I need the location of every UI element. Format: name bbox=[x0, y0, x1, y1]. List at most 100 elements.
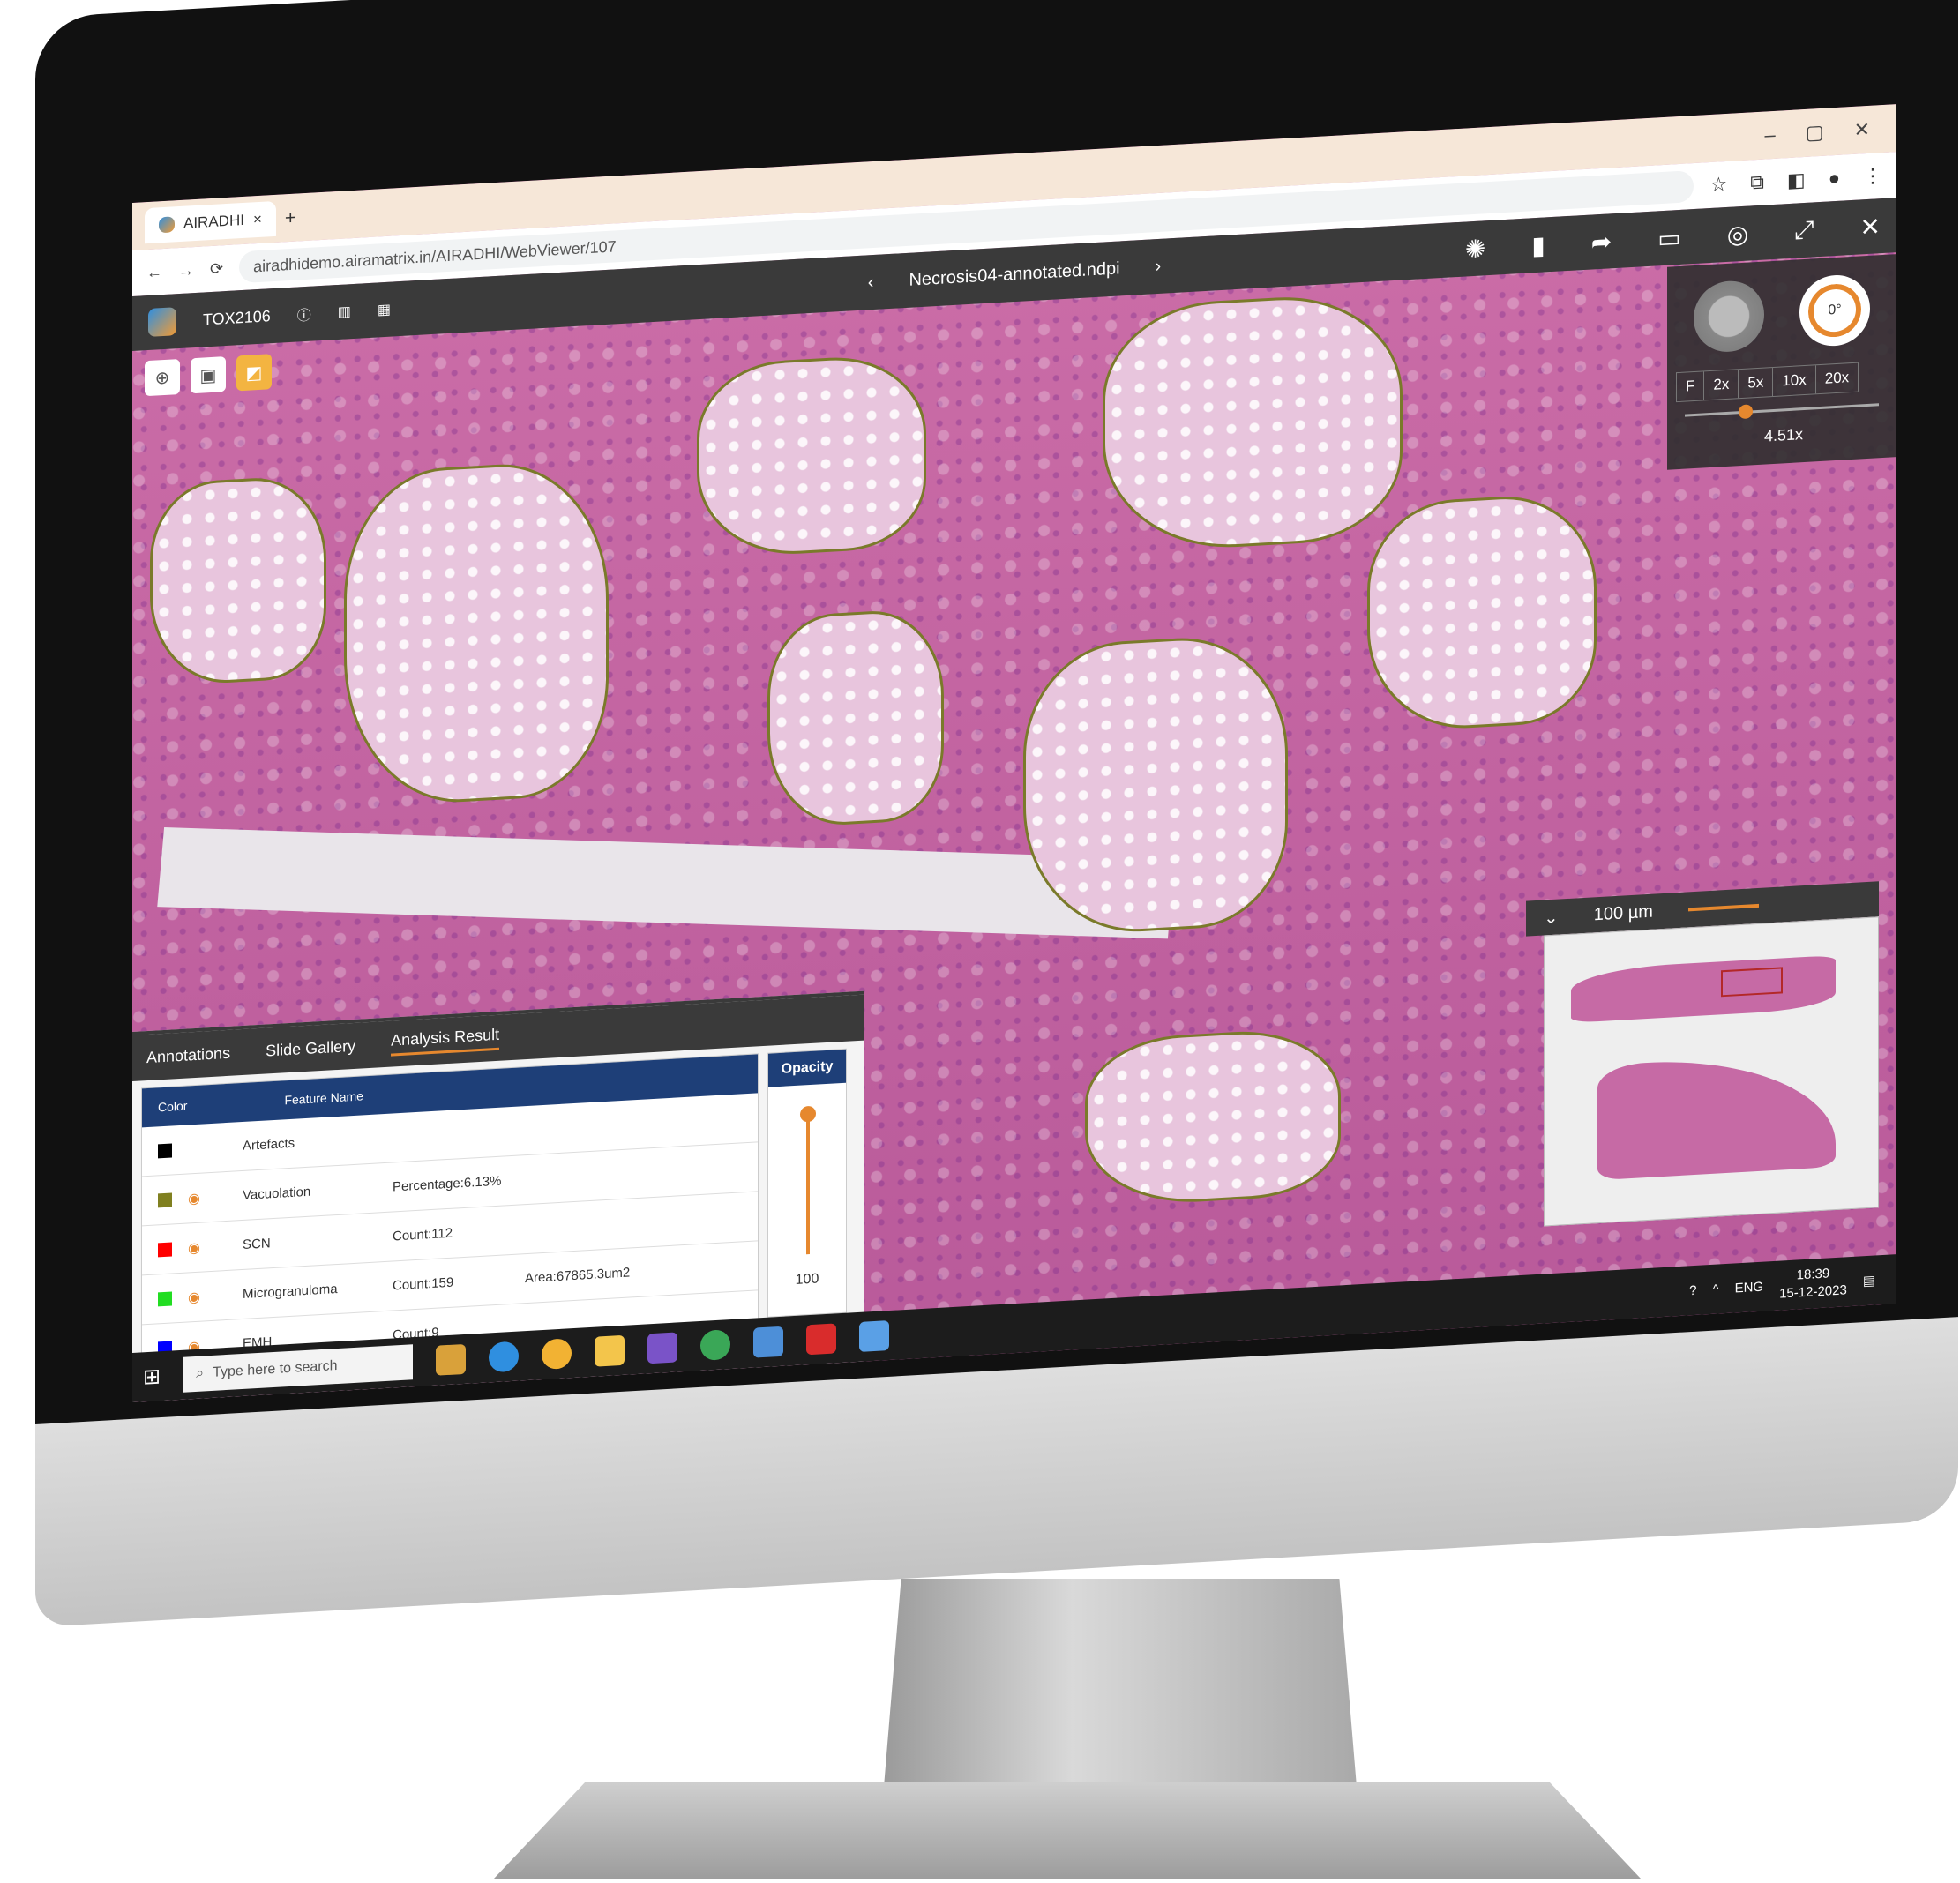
opacity-slider-thumb[interactable] bbox=[800, 1105, 816, 1123]
left-toolbar: ⊕ ▣ ◩ bbox=[145, 354, 272, 397]
visibility-eye-icon[interactable]: ◉ bbox=[188, 1238, 207, 1257]
focus-icon[interactable]: ◎ bbox=[1727, 219, 1748, 249]
feature-metric: Count:159 bbox=[393, 1274, 454, 1294]
clock-date: 15-12-2023 bbox=[1779, 1282, 1847, 1302]
share-icon[interactable]: ➦ bbox=[1591, 227, 1612, 257]
focus-knob[interactable] bbox=[1694, 279, 1764, 355]
minimize-icon[interactable]: – bbox=[1765, 123, 1776, 147]
zoom-slider-thumb[interactable] bbox=[1739, 404, 1754, 420]
acrobat-icon[interactable] bbox=[806, 1323, 837, 1356]
zoom-step-10x[interactable]: 10x bbox=[1773, 365, 1816, 396]
airadhi-favicon bbox=[159, 216, 175, 234]
briefcase-icon[interactable] bbox=[436, 1343, 467, 1376]
slide-minimap[interactable] bbox=[1544, 916, 1879, 1227]
next-slide-icon[interactable]: › bbox=[1156, 256, 1162, 276]
notifications-icon[interactable]: ▤ bbox=[1863, 1273, 1875, 1289]
vacuolation-annotation[interactable] bbox=[697, 352, 926, 560]
feature-name: SCN bbox=[243, 1236, 271, 1253]
visibility-eye-icon[interactable]: ◉ bbox=[188, 1288, 207, 1306]
feature-column-header: Feature Name bbox=[284, 1088, 363, 1108]
close-icon[interactable]: ✕ bbox=[1860, 212, 1881, 242]
rotation-value: 0° bbox=[1828, 302, 1842, 318]
tab-annotations[interactable]: Annotations bbox=[146, 1043, 230, 1066]
feature-metric: Percentage:6.13% bbox=[393, 1173, 502, 1195]
barcode-icon[interactable]: ▥ bbox=[338, 303, 351, 321]
window-close-icon[interactable]: ✕ bbox=[1854, 118, 1870, 142]
opacity-control: Opacity 100 bbox=[767, 1048, 847, 1318]
forward-icon[interactable]: → bbox=[178, 261, 194, 280]
vacuolation-annotation[interactable] bbox=[1367, 491, 1597, 734]
notes-icon[interactable] bbox=[753, 1326, 784, 1358]
explorer-icon[interactable] bbox=[595, 1334, 625, 1367]
tab-analysis-result[interactable]: Analysis Result bbox=[391, 1025, 500, 1057]
feature-name: Microgranuloma bbox=[243, 1281, 338, 1303]
browser-right-icons: ☆ ⧉ ◧ ● ⋮ bbox=[1709, 164, 1882, 197]
new-tab-button[interactable]: + bbox=[285, 206, 296, 230]
visibility-eye-icon[interactable] bbox=[188, 1148, 207, 1149]
vacuolation-annotation[interactable] bbox=[150, 474, 326, 687]
minimap-tissue-b bbox=[1597, 1052, 1836, 1181]
tab-title: AIRADHI bbox=[183, 211, 244, 232]
language-indicator[interactable]: ENG bbox=[1735, 1279, 1764, 1296]
vacuolation-annotation[interactable] bbox=[767, 607, 944, 829]
browser-tab[interactable]: AIRADHI × bbox=[145, 200, 276, 244]
vacuolation-annotation[interactable] bbox=[1023, 631, 1288, 938]
visibility-eye-icon[interactable]: ◉ bbox=[188, 1189, 207, 1207]
vacuolation-annotation[interactable] bbox=[344, 458, 609, 809]
vacuolation-annotation[interactable] bbox=[1103, 290, 1403, 555]
bar-chart-icon[interactable]: ▮ bbox=[1531, 230, 1545, 260]
feature-area bbox=[525, 1222, 657, 1229]
opacity-label: Opacity bbox=[768, 1049, 846, 1087]
restore-icon[interactable]: ▢ bbox=[1806, 121, 1824, 145]
zoom-search-icon[interactable]: ⊕ bbox=[145, 358, 180, 397]
image-settings-icon[interactable]: ▣ bbox=[191, 356, 226, 394]
screen: AIRADHI × + – ▢ ✕ ← → ⟳ airadhidemo.aira… bbox=[132, 104, 1896, 1403]
aperture-icon[interactable]: ✺ bbox=[1465, 234, 1485, 264]
info-icon[interactable]: ⓘ bbox=[297, 303, 311, 325]
reload-icon[interactable]: ⟳ bbox=[210, 259, 223, 279]
zoom-step-2x[interactable]: 2x bbox=[1704, 370, 1739, 400]
edge-icon[interactable] bbox=[489, 1341, 520, 1373]
sidepanel-icon[interactable]: ◧ bbox=[1787, 168, 1806, 192]
folder-icon[interactable] bbox=[647, 1332, 678, 1364]
feature-area: Area:67865.3um2 bbox=[525, 1265, 631, 1287]
feature-area bbox=[525, 1123, 657, 1130]
zoom-step-fit[interactable]: F bbox=[1677, 371, 1705, 402]
extensions-icon[interactable]: ⧉ bbox=[1750, 171, 1764, 195]
zoom-step-5x[interactable]: 5x bbox=[1739, 367, 1774, 399]
layout-icon[interactable]: ▦ bbox=[378, 301, 391, 319]
window-controls: – ▢ ✕ bbox=[1765, 116, 1896, 146]
scale-label: 100 µm bbox=[1593, 901, 1653, 924]
windows-start-icon[interactable]: ⊞ bbox=[143, 1364, 161, 1390]
expand-icon[interactable]: ⤢ bbox=[1794, 215, 1814, 245]
monitor-stand-foot bbox=[494, 1782, 1641, 1879]
clock[interactable]: 18:39 15-12-2023 bbox=[1779, 1264, 1847, 1303]
airadhi-logo bbox=[148, 307, 176, 337]
chrome-active-icon[interactable] bbox=[700, 1329, 731, 1361]
minimap-viewport[interactable] bbox=[1721, 967, 1783, 998]
tray-chevron-icon[interactable]: ^ bbox=[1713, 1281, 1719, 1296]
network-icon[interactable] bbox=[859, 1320, 890, 1352]
collapse-chevron-icon[interactable]: ⌄ bbox=[1544, 906, 1559, 929]
back-icon[interactable]: ← bbox=[146, 263, 162, 282]
comment-icon[interactable]: ▭ bbox=[1657, 222, 1680, 252]
tab-close-icon[interactable]: × bbox=[253, 211, 262, 229]
opacity-value: 100 bbox=[795, 1271, 819, 1288]
taskbar-search[interactable]: ⌕ Type here to search bbox=[183, 1344, 414, 1393]
zoom-value: 4.51x bbox=[1764, 425, 1804, 445]
feature-name: Artefacts bbox=[243, 1135, 295, 1154]
menu-icon[interactable]: ⋮ bbox=[1863, 164, 1882, 188]
vacuolation-annotation[interactable] bbox=[1085, 1026, 1341, 1208]
zoom-step-20x[interactable]: 20x bbox=[1815, 362, 1859, 394]
star-icon[interactable]: ☆ bbox=[1709, 173, 1727, 197]
prev-slide-icon[interactable]: ‹ bbox=[868, 273, 874, 293]
analysis-icon[interactable]: ◩ bbox=[236, 354, 272, 392]
zoom-slider[interactable] bbox=[1685, 403, 1879, 420]
chrome-icon[interactable] bbox=[542, 1338, 572, 1371]
help-icon[interactable]: ? bbox=[1689, 1282, 1696, 1297]
feature-area bbox=[525, 1172, 657, 1179]
profile-avatar[interactable]: ● bbox=[1829, 167, 1840, 191]
tab-slide-gallery[interactable]: Slide Gallery bbox=[266, 1036, 355, 1060]
opacity-slider[interactable] bbox=[806, 1113, 810, 1255]
rotation-knob[interactable]: 0° bbox=[1799, 273, 1870, 348]
